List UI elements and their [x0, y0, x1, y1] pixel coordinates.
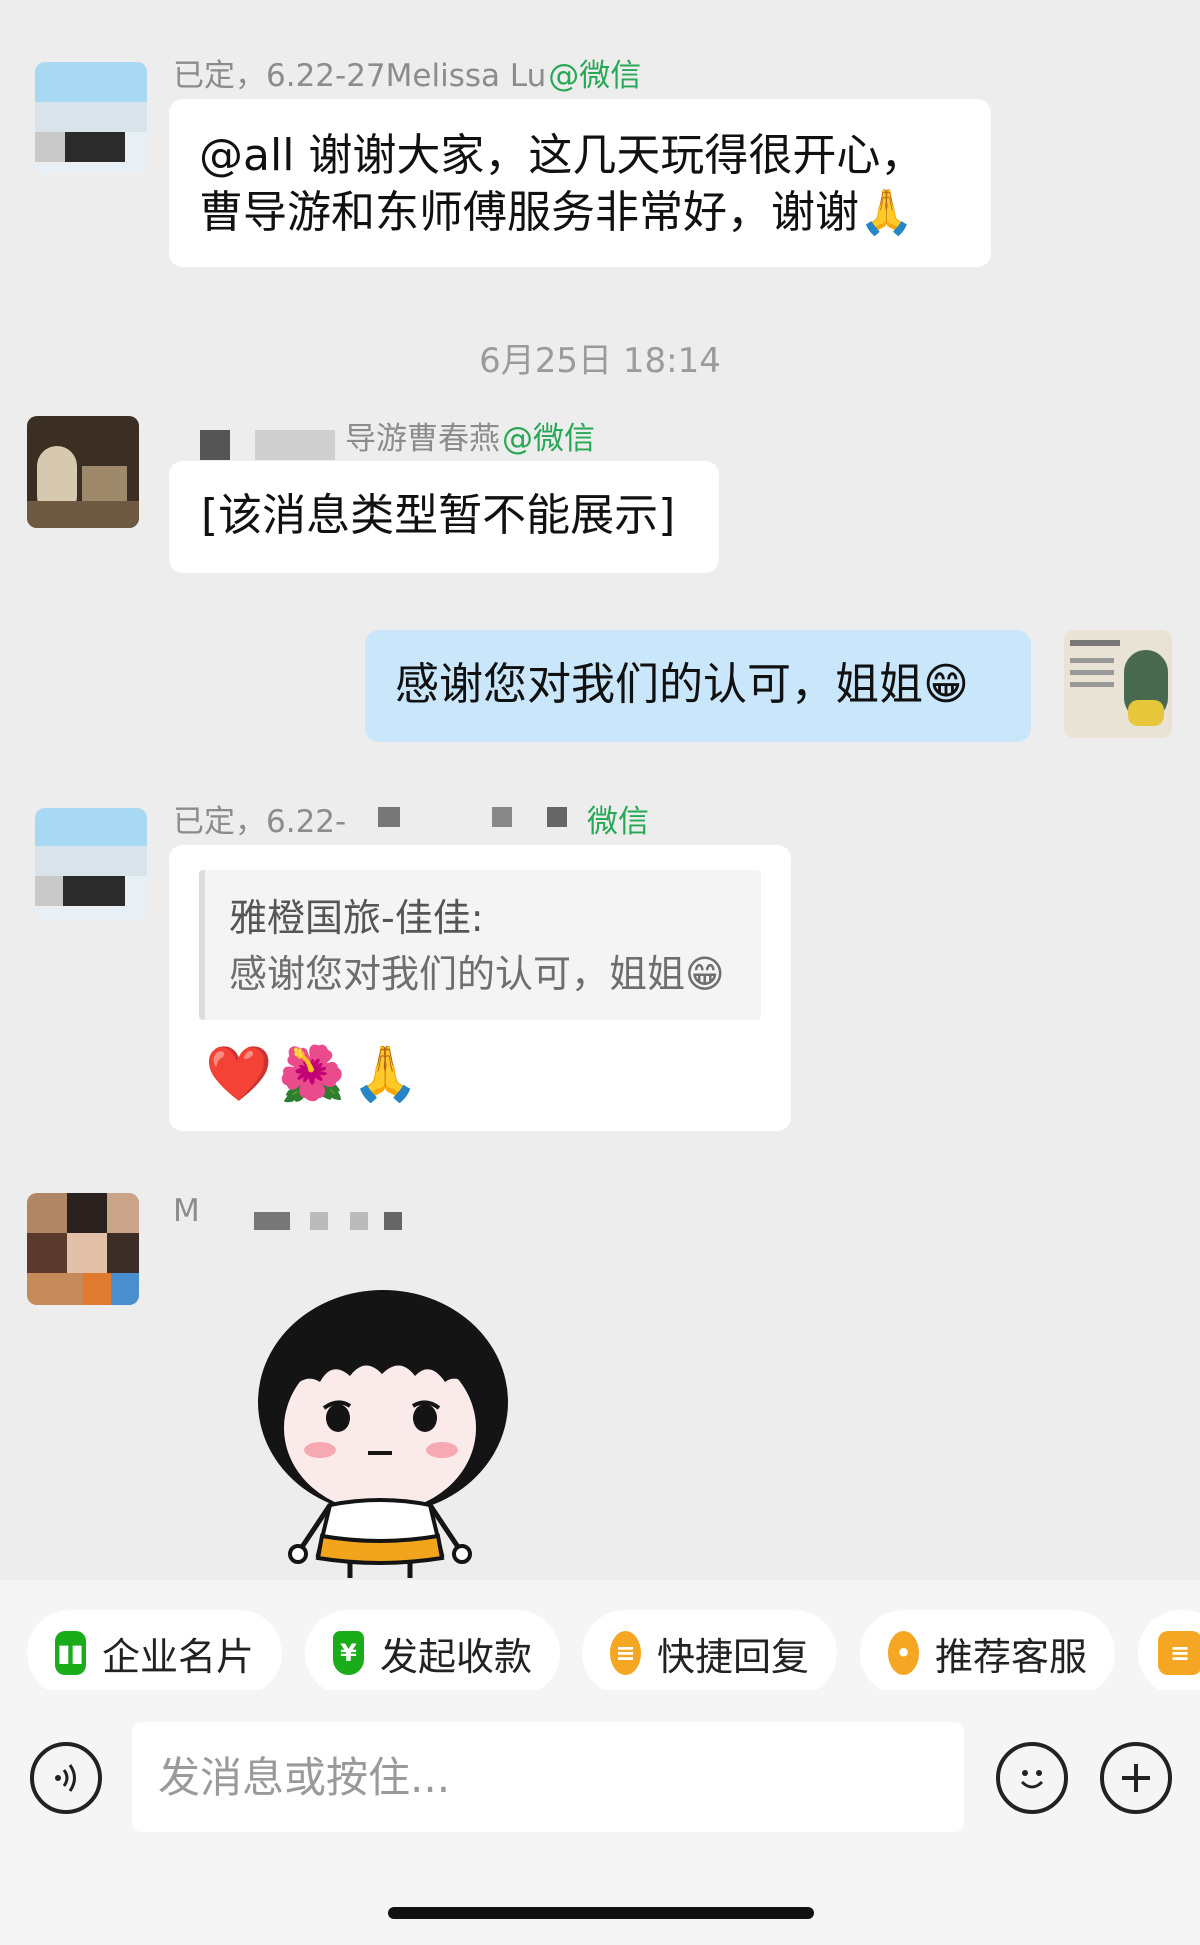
message-bubble[interactable]: 雅橙国旅-佳佳: 感谢您对我们的认可，姐姐😁 ❤️🌺🙏 [169, 845, 791, 1131]
chat-bubble-icon: ≡ [610, 1631, 641, 1675]
plus-icon [1122, 1764, 1150, 1792]
quoted-message[interactable]: 雅橙国旅-佳佳: 感谢您对我们的认可，姐姐😁 [199, 870, 761, 1020]
redacted-block [384, 1212, 402, 1230]
message-text: 曹导游和东师傅服务非常好，谢谢🙏 [199, 187, 914, 238]
quick-actions-bar: ▮▮ 企业名片 ¥ 发起收款 ≡ 快捷回复 • 推荐客服 ≡ [0, 1580, 1200, 1696]
avatar[interactable] [35, 808, 147, 920]
girl-sticker[interactable] [250, 1290, 520, 1580]
redacted-block [254, 1212, 290, 1230]
message-input[interactable] [132, 1722, 964, 1832]
yuan-shield-icon: ¥ [333, 1631, 364, 1675]
avatar[interactable] [35, 62, 147, 174]
my-message-bubble[interactable]: 感谢您对我们的认可，姐姐😁 [365, 630, 1031, 742]
quote-sender: 雅橙国旅-佳佳: [229, 896, 484, 940]
sender-name: 已定，6.22- [173, 796, 346, 841]
recommend-service-button[interactable]: • 推荐客服 [860, 1610, 1115, 1696]
sender-name: 导游曹春燕@微信 [345, 413, 595, 458]
chip-label: 快捷回复 [656, 1634, 809, 1679]
sender-label: 已定，6.22-27Melissa Lu [173, 58, 547, 94]
avatar[interactable] [27, 1193, 139, 1305]
sender-label: 已定，6.22- [173, 804, 347, 840]
voice-icon [55, 1764, 76, 1792]
sender-label: 导游曹春燕 [345, 421, 500, 457]
more-actions-button[interactable]: ≡ [1138, 1610, 1200, 1696]
my-avatar[interactable] [1064, 630, 1172, 738]
wechat-tag: @微信 [548, 58, 642, 94]
message-text: @all 谢谢大家，这几天玩得很开心， [199, 130, 925, 181]
wechat-tag: @微信 [502, 421, 595, 457]
redacted-block [310, 1212, 328, 1230]
business-card-icon: ▮▮ [55, 1631, 86, 1675]
smiley-icon [1020, 1770, 1044, 1789]
collect-payment-button[interactable]: ¥ 发起收款 [305, 1610, 560, 1696]
chat-area: 已定，6.22-27Melissa Lu@微信 @all 谢谢大家，这几天玩得很… [0, 0, 1200, 1580]
redacted-block [255, 430, 335, 460]
emoji-button[interactable] [996, 1742, 1068, 1814]
chat-bubble-icon: • [888, 1631, 919, 1675]
message-text: 感谢您对我们的认可，姐姐😁 [395, 659, 969, 710]
sender-name: M [173, 1193, 200, 1229]
emoji-reply: ❤️🌺🙏 [205, 1042, 425, 1105]
wechat-tag: 微信 [585, 796, 649, 841]
avatar[interactable] [27, 416, 139, 528]
input-bar [0, 1690, 1200, 1945]
redacted-block [200, 430, 230, 460]
business-card-button[interactable]: ▮▮ 企业名片 [27, 1610, 282, 1696]
sender-label: M [173, 1193, 200, 1229]
wechat-tag-label: 微信 [587, 804, 649, 840]
voice-button[interactable] [30, 1742, 102, 1814]
message-text: [该消息类型暂不能展示] [201, 490, 676, 541]
redacted-block [492, 807, 512, 827]
redacted-block [378, 807, 400, 827]
redacted-block [350, 1212, 368, 1230]
redacted-block [547, 807, 567, 827]
note-icon: ≡ [1158, 1631, 1200, 1675]
home-indicator[interactable] [388, 1907, 814, 1919]
timestamp: 6月25日 18:14 [479, 341, 721, 381]
chip-label: 推荐客服 [934, 1634, 1087, 1679]
more-button[interactable] [1100, 1742, 1172, 1814]
message-bubble[interactable]: [该消息类型暂不能展示] [169, 461, 719, 573]
chip-label: 发起收款 [379, 1634, 532, 1679]
quote-text: 感谢您对我们的认可，姐姐😁 [229, 952, 725, 996]
chip-label: 企业名片 [101, 1634, 254, 1679]
quick-reply-button[interactable]: ≡ 快捷回复 [582, 1610, 837, 1696]
sender-name: 已定，6.22-27Melissa Lu@微信 [173, 50, 641, 95]
message-bubble[interactable]: @all 谢谢大家，这几天玩得很开心， 曹导游和东师傅服务非常好，谢谢🙏 [169, 99, 991, 267]
